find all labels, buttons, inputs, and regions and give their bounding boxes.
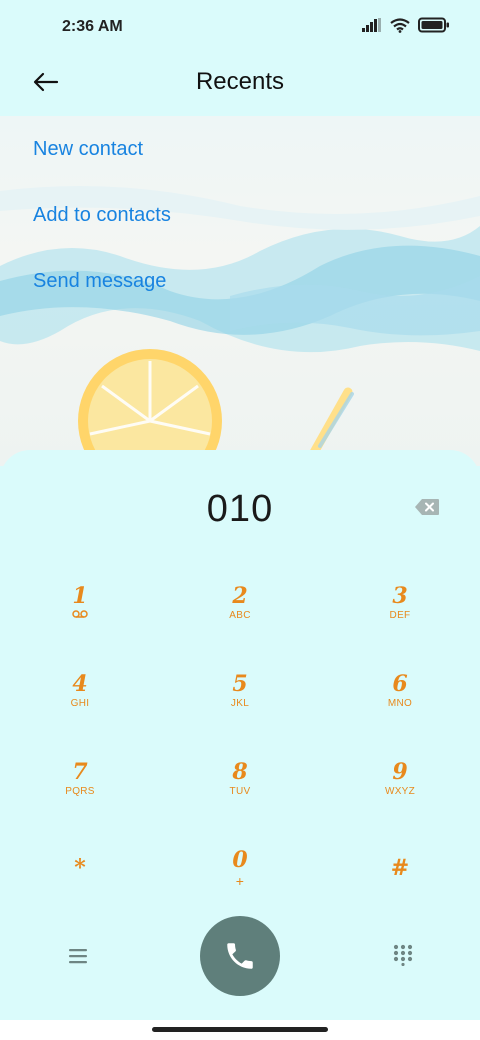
key-2[interactable]: 2 ABC	[160, 560, 320, 648]
key-digit: #	[390, 855, 410, 881]
key-hash[interactable]: #	[320, 824, 480, 912]
key-9[interactable]: 9 WXYZ	[320, 736, 480, 824]
dialer-panel: 010 1 2 ABC 3 DEF 4 GHI 5 JKL 6 MNO 7 PQ…	[0, 450, 480, 1020]
key-digit: 7	[72, 759, 88, 785]
dialed-number[interactable]: 010	[0, 488, 480, 531]
key-5[interactable]: 5 JKL	[160, 648, 320, 736]
key-letters: MNO	[387, 698, 413, 709]
key-digit: 9	[392, 759, 408, 785]
key-3[interactable]: 3 DEF	[320, 560, 480, 648]
new-contact-link[interactable]: New contact	[33, 138, 143, 161]
key-8[interactable]: 8 TUV	[160, 736, 320, 824]
key-star[interactable]: *	[0, 824, 160, 912]
key-4[interactable]: 4 GHI	[0, 648, 160, 736]
key-digit: 0	[232, 847, 248, 873]
key-digit: 6	[392, 671, 408, 697]
key-letters: DEF	[389, 610, 411, 621]
key-digit: *	[74, 855, 86, 881]
header: Recents	[0, 56, 480, 116]
key-letters: TUV	[229, 786, 251, 797]
key-letters: ABC	[229, 610, 251, 621]
key-digit: 2	[232, 583, 248, 609]
dialpad-icon[interactable]	[392, 944, 414, 966]
key-digit: 3	[392, 583, 408, 609]
key-letters: PQRS	[65, 786, 95, 797]
key-6[interactable]: 6 MNO	[320, 648, 480, 736]
key-letters: GHI	[70, 698, 90, 709]
call-button[interactable]	[200, 916, 280, 996]
backspace-icon[interactable]	[414, 498, 440, 516]
wifi-icon	[390, 17, 410, 33]
key-letters: JKL	[230, 698, 250, 709]
key-digit: 8	[232, 759, 248, 785]
key-7[interactable]: 7 PQRS	[0, 736, 160, 824]
key-1[interactable]: 1	[0, 560, 160, 648]
add-to-contacts-link[interactable]: Add to contacts	[33, 204, 171, 227]
key-letters: WXYZ	[384, 786, 416, 797]
status-bar: 2:36 AM	[0, 0, 480, 56]
menu-icon[interactable]	[66, 946, 90, 966]
key-letters: +	[235, 873, 245, 889]
signal-icon	[362, 18, 381, 32]
voicemail-icon	[0, 610, 160, 622]
send-message-link[interactable]: Send message	[33, 270, 166, 293]
key-digit: 4	[72, 671, 88, 697]
page-title: Recents	[195, 68, 285, 95]
battery-icon	[418, 17, 449, 33]
status-time: 2:36 AM	[62, 18, 123, 35]
phone-icon	[227, 943, 253, 969]
bottom-controls	[0, 912, 480, 1002]
key-digit: 1	[72, 583, 88, 609]
navigation-bar	[0, 1020, 480, 1040]
key-0[interactable]: 0 +	[160, 824, 320, 912]
key-digit: 5	[232, 671, 248, 697]
status-icons	[362, 17, 450, 33]
home-indicator[interactable]	[152, 1027, 328, 1032]
